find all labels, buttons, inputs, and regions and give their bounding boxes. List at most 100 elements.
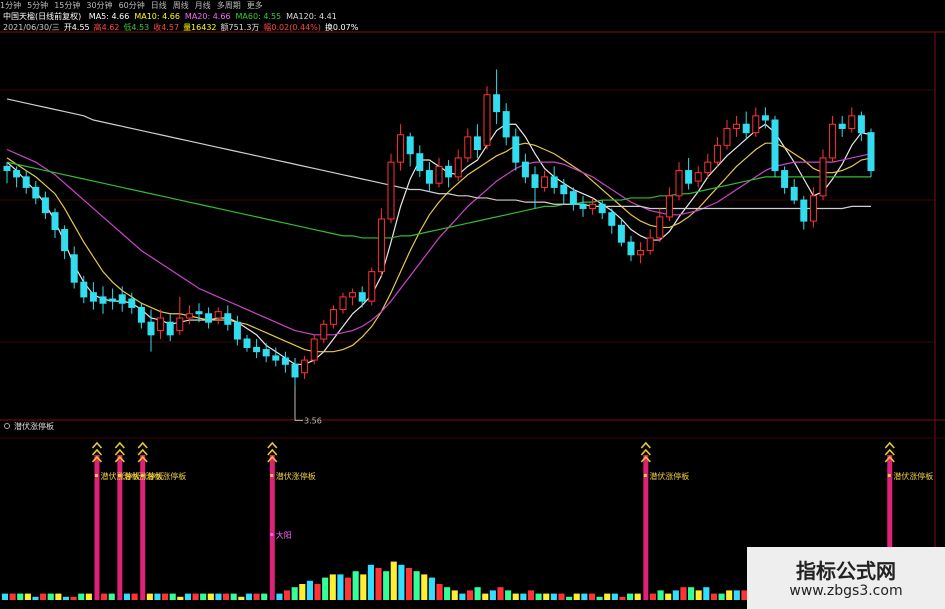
indicator-bar bbox=[657, 590, 664, 600]
indicator-bar bbox=[512, 593, 519, 600]
indicator-bar bbox=[558, 593, 565, 600]
indicator-bar bbox=[588, 593, 596, 600]
candle-body bbox=[272, 355, 280, 361]
candle-body bbox=[435, 165, 443, 184]
candle-body bbox=[185, 313, 193, 319]
candle-body bbox=[733, 123, 741, 129]
indicator-bar bbox=[497, 587, 504, 600]
indicator-bar bbox=[17, 593, 24, 600]
indicator-bar bbox=[306, 580, 313, 600]
indicator-bar bbox=[40, 593, 47, 600]
candle-body bbox=[397, 134, 405, 163]
candle-body bbox=[205, 313, 213, 323]
indicator-bar bbox=[154, 593, 161, 600]
indicator-bar bbox=[436, 584, 443, 600]
signal-arrow-icon bbox=[884, 448, 895, 456]
indicator-bar bbox=[428, 577, 435, 600]
indicator-bar bbox=[550, 593, 557, 600]
indicator-bar bbox=[543, 593, 550, 600]
candle-body bbox=[867, 132, 875, 172]
candle-body bbox=[32, 186, 40, 199]
candle-body bbox=[685, 170, 693, 184]
big-yang-marker bbox=[270, 533, 274, 536]
indicator-bar bbox=[474, 587, 481, 600]
candle-body bbox=[800, 199, 808, 222]
signal-arrow-icon bbox=[114, 448, 125, 456]
candle-body bbox=[598, 203, 606, 214]
candle-body bbox=[358, 292, 366, 302]
signal-marker bbox=[94, 474, 98, 477]
indicator-bar bbox=[291, 587, 298, 600]
indicator-bar bbox=[62, 596, 70, 600]
ma-line-ma120 bbox=[6, 98, 871, 210]
signal-label: 潜伏涨停板 bbox=[146, 471, 186, 481]
indicator-bar bbox=[535, 593, 542, 600]
candle-body bbox=[80, 281, 88, 298]
indicator-bar bbox=[177, 596, 184, 600]
signal-arrow-icon bbox=[640, 448, 651, 456]
indicator-title: 潜伏涨停板 bbox=[14, 421, 54, 431]
indicator-bar bbox=[421, 574, 428, 600]
indicator-bar bbox=[108, 593, 115, 600]
candle-body bbox=[473, 136, 481, 151]
candle-body bbox=[233, 321, 241, 340]
candle-body bbox=[41, 197, 49, 214]
indicator-bar bbox=[261, 593, 268, 600]
candle-body bbox=[809, 195, 817, 222]
candle-body bbox=[243, 338, 251, 348]
candle-body bbox=[665, 195, 673, 218]
candle-body bbox=[627, 241, 635, 256]
candle-body bbox=[550, 176, 558, 188]
candle-body bbox=[3, 165, 11, 172]
watermark-title: 指标公式网 bbox=[796, 559, 896, 583]
candle-body bbox=[339, 296, 347, 311]
candle-body bbox=[13, 170, 21, 178]
indicator-bar bbox=[184, 593, 192, 600]
candle-body bbox=[406, 136, 414, 155]
candle-body bbox=[781, 170, 789, 188]
signal-arrow-icon bbox=[267, 448, 278, 456]
indicator-bar bbox=[337, 574, 344, 600]
indicator-bar bbox=[276, 593, 283, 600]
indicator-bar bbox=[123, 593, 131, 600]
candle-body bbox=[195, 311, 203, 315]
indicator-bar bbox=[573, 593, 580, 600]
candle-body bbox=[819, 157, 827, 197]
indicator-bar bbox=[505, 590, 512, 600]
candle-body bbox=[147, 321, 155, 336]
indicator-bar bbox=[611, 593, 618, 600]
indicator-bar bbox=[207, 593, 214, 600]
indicator-bar bbox=[649, 593, 657, 600]
candle-body bbox=[99, 296, 107, 304]
indicator-bar bbox=[238, 596, 245, 600]
indicator-bar bbox=[520, 593, 527, 600]
candle-body bbox=[541, 176, 549, 188]
candle-body bbox=[224, 313, 232, 325]
indicator-bar bbox=[162, 593, 169, 600]
candle-body bbox=[128, 298, 136, 308]
indicator-bar bbox=[596, 596, 603, 600]
indicator-bar bbox=[78, 593, 85, 600]
indicator-bar bbox=[230, 593, 237, 600]
indicator-bar bbox=[131, 593, 138, 600]
indicator-bar bbox=[55, 593, 62, 600]
candle-body bbox=[646, 237, 654, 252]
indicator-bar bbox=[200, 593, 207, 600]
indicator-bar bbox=[192, 593, 199, 600]
candle-body bbox=[425, 170, 433, 184]
indicator-bar bbox=[101, 593, 108, 600]
indicator-bar bbox=[672, 590, 679, 600]
indicator-bar bbox=[695, 590, 702, 600]
indicator-bar bbox=[489, 590, 496, 600]
candle-body bbox=[368, 271, 376, 302]
indicator-bar bbox=[283, 590, 291, 600]
signal-arrow-icon bbox=[267, 441, 278, 449]
candle-body bbox=[848, 115, 856, 129]
indicator-bar bbox=[47, 593, 54, 600]
indicator-gear-icon bbox=[4, 423, 10, 429]
signal-arrow-icon bbox=[884, 441, 895, 449]
signal-arrow-icon bbox=[91, 441, 103, 449]
indicator-bar bbox=[733, 590, 740, 600]
candle-body bbox=[493, 94, 501, 113]
candle-body bbox=[790, 186, 798, 201]
